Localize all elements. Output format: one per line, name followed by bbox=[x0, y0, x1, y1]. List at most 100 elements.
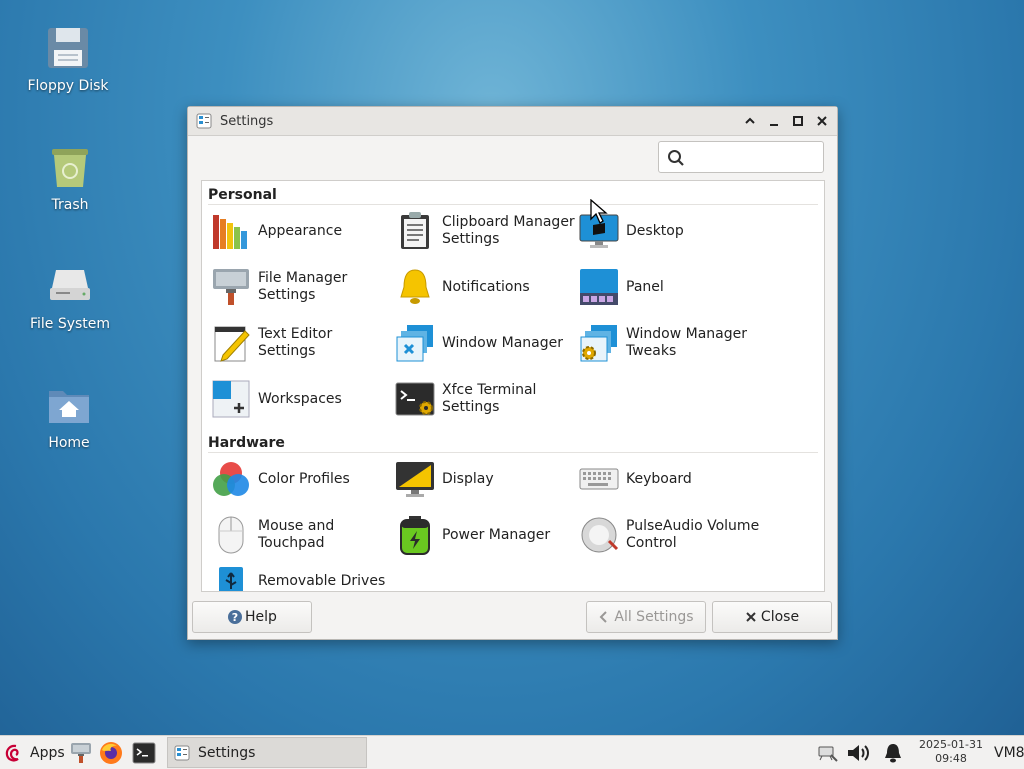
window-shade-button[interactable] bbox=[741, 112, 759, 130]
network-tray-button[interactable] bbox=[816, 736, 838, 769]
settings-item-pulseaudio[interactable]: PulseAudio Volume Control bbox=[578, 511, 760, 559]
window-minimize-button[interactable] bbox=[765, 112, 783, 130]
settings-item-color-profiles[interactable]: Color Profiles bbox=[210, 455, 392, 503]
color-profiles-icon bbox=[210, 458, 252, 500]
settings-item-text-editor[interactable]: Text Editor Settings bbox=[210, 319, 392, 367]
settings-item-xfce-terminal[interactable]: Xfce Terminal Settings bbox=[394, 375, 576, 423]
text-editor-icon bbox=[210, 322, 252, 364]
clipboard-icon bbox=[394, 210, 436, 252]
launcher-firefox[interactable] bbox=[99, 736, 123, 769]
settings-item-workspaces[interactable]: Workspaces bbox=[210, 375, 392, 423]
window-close-button[interactable] bbox=[813, 112, 831, 130]
trash-icon bbox=[46, 143, 94, 191]
usb-icon bbox=[210, 560, 252, 591]
apps-menu-label: Apps bbox=[30, 744, 65, 761]
minimize-icon bbox=[770, 124, 778, 126]
settings-item-keyboard[interactable]: Keyboard bbox=[578, 455, 760, 503]
section-title-personal: Personal bbox=[208, 187, 277, 203]
help-button[interactable]: ? Help bbox=[192, 601, 312, 633]
settings-item-label: Window Manager Tweaks bbox=[626, 326, 748, 359]
settings-item-label: Mouse and Touchpad bbox=[258, 518, 335, 551]
settings-item-appearance[interactable]: Appearance bbox=[210, 207, 392, 255]
desktop-icon-home[interactable]: Home bbox=[19, 381, 119, 451]
chevron-up-icon bbox=[745, 117, 755, 124]
home-folder-icon bbox=[45, 381, 93, 429]
settings-item-label: Removable Drives bbox=[258, 572, 386, 589]
file-manager-icon bbox=[210, 266, 252, 308]
desktop-icon-label: File System bbox=[29, 316, 111, 332]
close-icon bbox=[746, 612, 756, 622]
settings-item-file-manager[interactable]: File Manager Settings bbox=[210, 263, 392, 311]
settings-app-icon bbox=[196, 113, 212, 129]
help-button-label: Help bbox=[245, 609, 277, 625]
volume-icon bbox=[848, 744, 869, 761]
settings-item-removable-drives[interactable]: Removable Drives bbox=[210, 557, 392, 591]
clock-time: 09:48 bbox=[935, 752, 967, 765]
settings-window: Settings Personal Appearance Clipboard M… bbox=[187, 106, 838, 640]
settings-item-label: Power Manager bbox=[442, 526, 551, 543]
window-maximize-button[interactable] bbox=[789, 112, 807, 130]
section-title-hardware: Hardware bbox=[208, 435, 285, 451]
settings-item-notifications[interactable]: Notifications bbox=[394, 263, 576, 311]
search-input[interactable] bbox=[689, 146, 821, 170]
clock-date: 2025-01-31 bbox=[919, 738, 983, 751]
appearance-icon bbox=[210, 210, 252, 252]
search-box[interactable] bbox=[658, 141, 824, 173]
settings-item-label: Desktop bbox=[626, 222, 684, 239]
settings-item-label: Xfce Terminal Settings bbox=[442, 382, 537, 415]
taskbar-window-label: Settings bbox=[198, 744, 256, 761]
hard-drive-icon bbox=[46, 262, 94, 310]
taskbar-window-settings[interactable]: Settings bbox=[167, 737, 367, 768]
settings-item-window-manager[interactable]: Window Manager bbox=[394, 319, 576, 367]
battery-icon bbox=[394, 514, 436, 556]
speaker-icon bbox=[578, 514, 620, 556]
keyboard-icon bbox=[578, 458, 620, 500]
window-manager-tweaks-icon bbox=[578, 322, 620, 364]
settings-item-label: Appearance bbox=[258, 222, 343, 239]
settings-item-window-manager-tweaks[interactable]: Window Manager Tweaks bbox=[578, 319, 760, 367]
desktop-icon-trash[interactable]: Trash bbox=[20, 143, 120, 213]
desktop-icon-file-system[interactable]: File System bbox=[20, 262, 120, 332]
search-icon bbox=[668, 150, 684, 166]
help-icon: ? bbox=[228, 610, 243, 624]
settings-item-panel[interactable]: Panel bbox=[578, 263, 760, 311]
svg-text:?: ? bbox=[232, 611, 238, 624]
settings-item-mouse-touchpad[interactable]: Mouse and Touchpad bbox=[210, 511, 392, 559]
taskbar: Apps ⋮ Settings 2025-01-31 09:48 VM8 bbox=[0, 735, 1024, 769]
network-wired-icon bbox=[818, 746, 838, 762]
settings-item-label: Window Manager bbox=[442, 334, 564, 351]
settings-item-label: File Manager Settings bbox=[258, 270, 348, 303]
mouse-icon bbox=[210, 514, 252, 556]
section-divider bbox=[208, 452, 818, 453]
workspaces-icon bbox=[210, 378, 252, 420]
window-titlebar[interactable]: Settings bbox=[188, 107, 837, 136]
panel-icon bbox=[578, 266, 620, 308]
bell-icon bbox=[394, 266, 436, 308]
settings-item-clipboard-manager[interactable]: Clipboard Manager Settings bbox=[394, 207, 576, 255]
all-settings-button[interactable]: All Settings bbox=[586, 601, 706, 633]
settings-item-display[interactable]: Display bbox=[394, 455, 576, 503]
settings-item-power-manager[interactable]: Power Manager bbox=[394, 511, 576, 559]
terminal-launcher-icon bbox=[132, 742, 156, 763]
desktop-icon-label: Floppy Disk bbox=[27, 78, 109, 94]
settings-item-label: Keyboard bbox=[626, 470, 692, 487]
desktop-icon-floppy-disk[interactable]: Floppy Disk bbox=[18, 24, 118, 94]
volume-tray-button[interactable] bbox=[846, 736, 874, 769]
desktop-icon-label: Trash bbox=[51, 197, 89, 213]
section-divider bbox=[208, 204, 818, 205]
file-manager-launcher-icon bbox=[71, 742, 91, 763]
apps-menu-button[interactable]: Apps bbox=[4, 736, 65, 769]
settings-list: Personal Appearance Clipboard Manager Se… bbox=[201, 180, 825, 592]
launcher-file-manager[interactable] bbox=[70, 736, 92, 769]
window-manager-icon bbox=[394, 322, 436, 364]
close-button-label: Close bbox=[760, 609, 800, 625]
settings-item-label: Display bbox=[442, 470, 494, 487]
close-button[interactable]: Close bbox=[712, 601, 832, 633]
settings-item-label: PulseAudio Volume Control bbox=[626, 518, 760, 551]
notifications-tray-button[interactable] bbox=[882, 736, 904, 769]
maximize-icon bbox=[793, 116, 803, 126]
settings-item-label: Workspaces bbox=[258, 390, 342, 407]
bell-icon bbox=[885, 743, 901, 762]
settings-item-label: Notifications bbox=[442, 278, 530, 295]
clock[interactable]: 2025-01-31 09:48 bbox=[914, 738, 988, 766]
